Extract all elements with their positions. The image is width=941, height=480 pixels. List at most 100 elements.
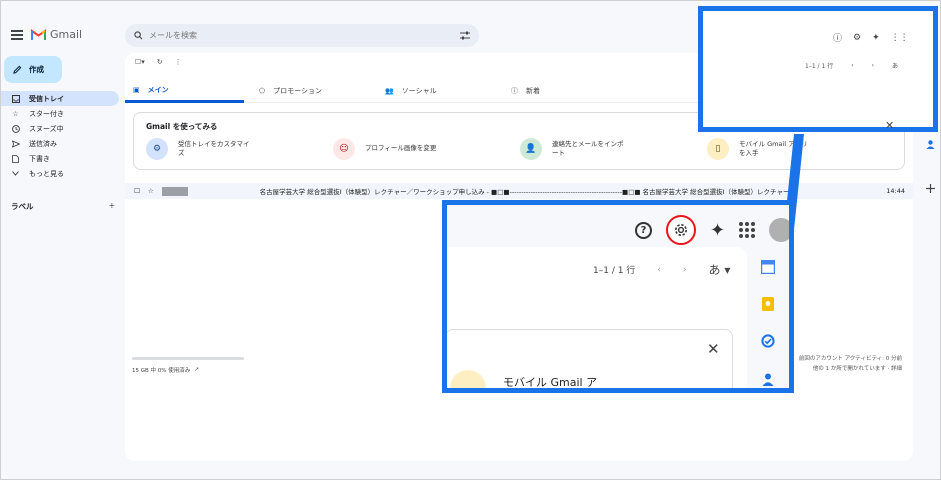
gemini-star-icon[interactable]: ✦	[710, 220, 725, 241]
phone-icon: ▯	[707, 138, 729, 160]
info-icon: ⓘ	[511, 87, 518, 95]
apps-grid-icon[interactable]: ⋮⋮	[891, 33, 909, 43]
account-icon: ☺	[333, 138, 355, 160]
gemini-star-icon[interactable]: ✦	[872, 33, 880, 43]
gear-icon[interactable]	[673, 222, 689, 238]
gmail-window: Gmail 作成 受信トレイ ☆ スター付き スヌーズ中 送信済み 下書	[0, 0, 941, 480]
gmail-m-icon	[31, 29, 46, 40]
contacts-icon[interactable]	[761, 372, 775, 386]
gear-icon[interactable]: ⚙	[853, 33, 861, 43]
contacts-icon[interactable]	[925, 139, 936, 150]
refresh-icon[interactable]: ↻	[157, 58, 163, 66]
sidebar-nav: 受信トレイ ☆ スター付き スヌーズ中 送信済み 下書き もっと見る	[1, 91, 119, 181]
sidebar-item-label: 送信済み	[29, 139, 57, 148]
input-tools-label[interactable]: あ	[892, 61, 898, 70]
open-in-new-icon[interactable]: ↗	[194, 367, 199, 373]
search-bar[interactable]	[125, 24, 479, 47]
step-customize-inbox[interactable]: ⚙ 受信トレイをカスタマイズ	[146, 138, 252, 160]
sidebar-item-starred[interactable]: ☆ スター付き	[1, 106, 119, 121]
person-add-icon: 👤	[520, 138, 542, 160]
chevron-down-icon	[11, 169, 20, 178]
settings-highlight	[666, 215, 696, 245]
activity-line: 前回のアカウント アクティビティ: 0 分前	[798, 356, 902, 362]
sidebar-item-drafts[interactable]: 下書き	[1, 151, 119, 166]
draft-icon	[11, 154, 20, 163]
compose-button[interactable]: 作成	[4, 56, 62, 83]
activity-details-link[interactable]: 他の 1 か所で開かれています · 詳細	[790, 365, 902, 375]
account-activity: 前回のアカウント アクティビティ: 0 分前 他の 1 か所で開かれています ·…	[790, 355, 902, 375]
storage-text: 15 GB 中 0% 使用済み	[132, 368, 191, 374]
sidebar-item-sent[interactable]: 送信済み	[1, 136, 119, 151]
sidebar-item-label: スター付き	[29, 109, 64, 118]
close-icon[interactable]: ✕	[707, 340, 720, 358]
pager-range: 1–1 / 1 行	[805, 63, 834, 70]
step-label: モバイル Gmail アプリを入手	[739, 139, 808, 157]
sidebar-item-label: スヌーズ中	[29, 124, 64, 133]
pager-next-icon[interactable]: ›	[872, 62, 874, 69]
zoom-callout-small: ⓘ ⚙ ✦ ⋮⋮ 1–1 / 1 行 ‹ › あ ✕	[698, 6, 938, 132]
labels-section: ラベル +	[11, 201, 115, 212]
account-avatar[interactable]	[769, 218, 789, 242]
step-label: 受信トレイをカスタマイズ	[178, 139, 250, 157]
labels-heading: ラベル	[11, 202, 34, 211]
compose-label: 作成	[29, 65, 44, 74]
search-input[interactable]	[149, 31, 454, 40]
add-addon-icon[interactable]	[925, 183, 936, 194]
pager-range: 1–1 / 1 行	[593, 266, 636, 276]
tab-promotions[interactable]: ⬠ プロモーション	[251, 79, 370, 103]
table-row[interactable]: ☐ ☆ 名古屋学芸大学 総合型選抜Ⅰ（体験型）レクチャー／ワークショップ申し込み…	[125, 183, 913, 199]
add-label-icon[interactable]: +	[109, 201, 115, 212]
step-import-contacts[interactable]: 👤 連絡先とメールをインポート	[520, 138, 626, 160]
sidebar-item-snoozed[interactable]: スヌーズ中	[1, 121, 119, 136]
close-icon[interactable]: ✕	[885, 119, 894, 132]
zoomed-getting-started-card: ✕ モバイル Gmail ア	[447, 329, 733, 389]
storage-indicator: 15 GB 中 0% 使用済み ↗	[132, 357, 244, 374]
zoomed-main-pane: 1–1 / 1 行 ‹ › あ ▾ ✕ モバイル Gmail ア	[447, 247, 747, 389]
input-tools-label[interactable]: あ ▾	[709, 261, 731, 278]
step-profile-image[interactable]: ☺ プロフィール画像を変更	[333, 138, 439, 160]
tab-label: 新着	[526, 87, 540, 95]
app-name: Gmail	[50, 28, 83, 41]
sidebar-item-label: 受信トレイ	[29, 94, 64, 103]
getting-started-title: Gmail を使ってみる	[146, 122, 218, 131]
people-icon: 👥	[385, 87, 394, 95]
pencil-icon	[13, 65, 22, 74]
star-icon[interactable]: ☆	[148, 187, 154, 195]
sidebar-item-inbox[interactable]: 受信トレイ	[1, 91, 119, 106]
tasks-icon[interactable]	[761, 334, 775, 348]
mail-subject: 名古屋学芸大学 総合型選抜Ⅰ（体験型）レクチャー／ワークショップ申し込み - ■…	[259, 188, 796, 196]
main-menu-icon[interactable]	[11, 30, 23, 40]
sidebar-item-label: もっと見る	[29, 169, 64, 178]
search-options-icon[interactable]	[460, 31, 470, 40]
tab-label: ソーシャル	[401, 87, 437, 95]
sidebar-item-more[interactable]: もっと見る	[1, 166, 119, 181]
keep-icon[interactable]	[761, 297, 775, 311]
select-all-checkbox[interactable]: ☐▾	[135, 58, 145, 66]
calendar-icon[interactable]	[761, 260, 775, 274]
zoom-callout-large: ? ✦ 1–1 / 1 行 ‹ › あ ▾ ✕ モバイル Gmail ア	[442, 200, 794, 393]
tag-icon: ⬠	[259, 87, 266, 95]
row-checkbox[interactable]: ☐	[134, 187, 140, 195]
more-vert-icon[interactable]: ⋮	[175, 58, 182, 66]
help-icon[interactable]: ⓘ	[833, 31, 842, 44]
step-mobile-app[interactable]: ▯ モバイル Gmail アプリを入手	[707, 138, 813, 160]
gear-icon: ⚙	[146, 138, 168, 160]
pager-prev-icon[interactable]: ‹	[851, 62, 853, 69]
help-icon[interactable]: ?	[635, 221, 652, 239]
mobile-app-label: モバイル Gmail ア	[503, 376, 598, 389]
inbox-icon	[11, 94, 20, 103]
apps-grid-icon[interactable]	[739, 222, 756, 238]
tab-label: メイン	[147, 85, 169, 94]
search-icon[interactable]	[134, 31, 143, 40]
storage-bar	[132, 357, 244, 360]
gmail-logo[interactable]: Gmail	[31, 28, 82, 41]
tab-social[interactable]: 👥 ソーシャル	[377, 79, 496, 103]
tab-primary[interactable]: ▣ メイン	[125, 79, 244, 103]
pager-next-icon[interactable]: ›	[683, 265, 687, 275]
star-icon: ☆	[12, 109, 19, 118]
inbox-icon: ▣	[133, 85, 140, 94]
send-icon	[11, 139, 20, 148]
pager-prev-icon[interactable]: ‹	[657, 265, 661, 275]
tab-updates[interactable]: ⓘ 新着	[503, 79, 622, 103]
step-label: プロフィール画像を変更	[365, 144, 437, 153]
